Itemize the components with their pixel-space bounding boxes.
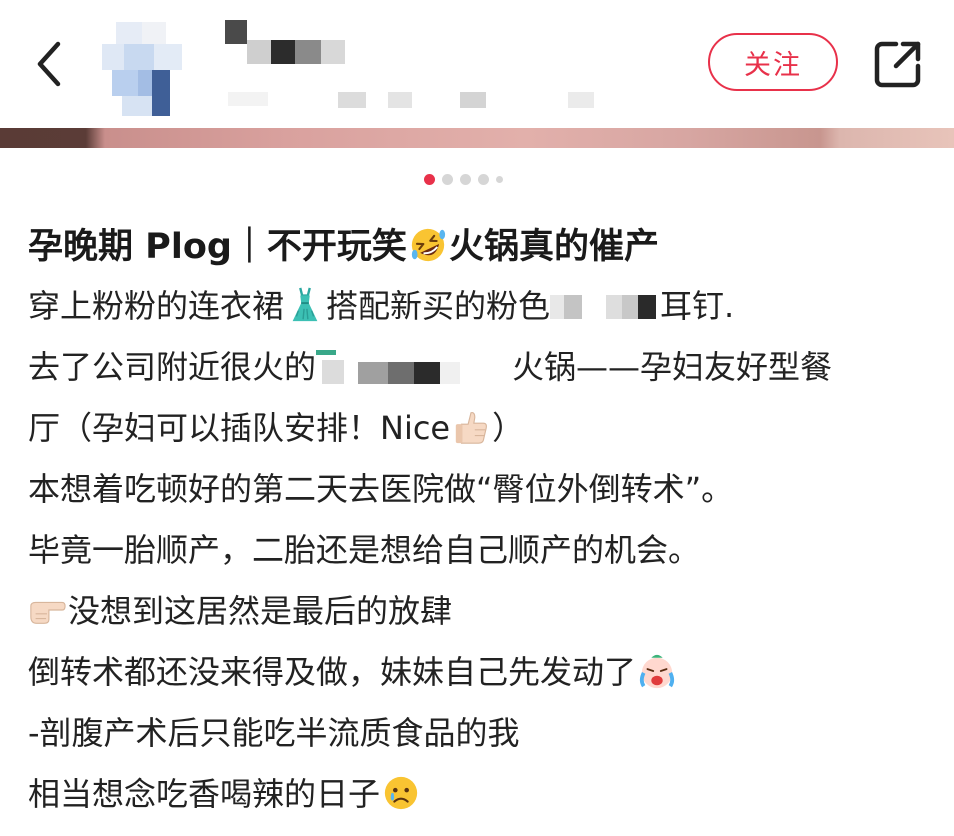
crying-emoji-icon [639,654,675,689]
sad-emoji-icon [384,776,418,810]
post-text: 去了公司附近很火的 [28,348,317,386]
post-text: 穿上粉粉的连衣裙 [28,287,285,325]
post-line-5: 毕竟一胎顺产，二胎还是想给自己顺产的机会。 [28,520,928,581]
header-bar: 关注 [0,0,954,130]
post-text: 搭配新买的粉色 [326,287,551,325]
thumbs-up-emoji-icon [455,412,488,444]
post-line-8: -剖腹产术后只能吃半流质食品的我 [28,703,928,764]
post-text: 耳钉. [660,287,735,325]
post-line-7: 倒转术都还没来得及做，妹妹自己先发动了 [28,642,928,703]
carousel-dot [496,175,503,183]
dress-emoji-icon [292,287,318,322]
carousel-indicator [424,172,503,186]
post-content: 孕晚期 Plog｜不开玩笑 火锅真的催产 穿上粉粉的连衣裙 搭配新买的粉色 耳钉… [28,218,928,825]
username-blurred [225,20,345,64]
carousel-dot-active [424,173,435,185]
user-subtitle-blurred [228,92,594,108]
post-title: 孕晚期 Plog｜不开玩笑 火锅真的催产 [28,218,928,276]
post-text: 毕竟一胎顺产，二胎还是想给自己顺产的机会。 [28,531,701,569]
post-title-part-1: 孕晚期 Plog｜不开玩笑 [28,227,407,267]
post-line-9: 相当想念吃香喝辣的日子 [28,764,928,825]
post-text: -剖腹产术后只能吃半流质食品的我 [28,714,520,752]
share-icon[interactable] [872,38,924,90]
blurred-text [550,295,657,319]
follow-button[interactable]: 关注 [708,33,838,91]
post-line-1: 穿上粉粉的连衣裙 搭配新买的粉色 耳钉. [28,276,928,337]
post-title-part-2: 火锅真的催产 [448,227,659,267]
carousel-dot [442,173,453,185]
post-line-3: 厅（孕妇可以插队安排！Nice ） [28,398,928,459]
avatar[interactable] [102,22,182,118]
post-text: 本想着吃顿好的第二天去医院做“臀位外倒转术”。 [28,470,734,508]
post-image-edge[interactable] [0,128,954,148]
post-text: 倒转术都还没来得及做，妹妹自己先发动了 [28,653,637,691]
post-text: 厅（孕妇可以插队安排！Nice [28,409,451,447]
blurred-text [316,350,461,384]
carousel-dot [478,173,489,185]
post-line-6: 没想到这居然是最后的放肆 [28,581,928,642]
post-text: 火锅——孕妇友好型餐 [512,348,833,386]
carousel-dot [460,173,471,185]
post-line-2: 去了公司附近很火的 火锅——孕妇友好型餐 [28,337,928,398]
post-text: 没想到这居然是最后的放肆 [68,592,453,630]
rofl-emoji-icon [411,228,446,262]
pointing-right-emoji-icon [30,601,66,624]
post-text: 相当想念吃香喝辣的日子 [28,775,381,813]
back-arrow-icon[interactable] [28,38,72,90]
post-line-4: 本想着吃顿好的第二天去医院做“臀位外倒转术”。 [28,459,928,520]
post-text: ） [492,409,525,447]
